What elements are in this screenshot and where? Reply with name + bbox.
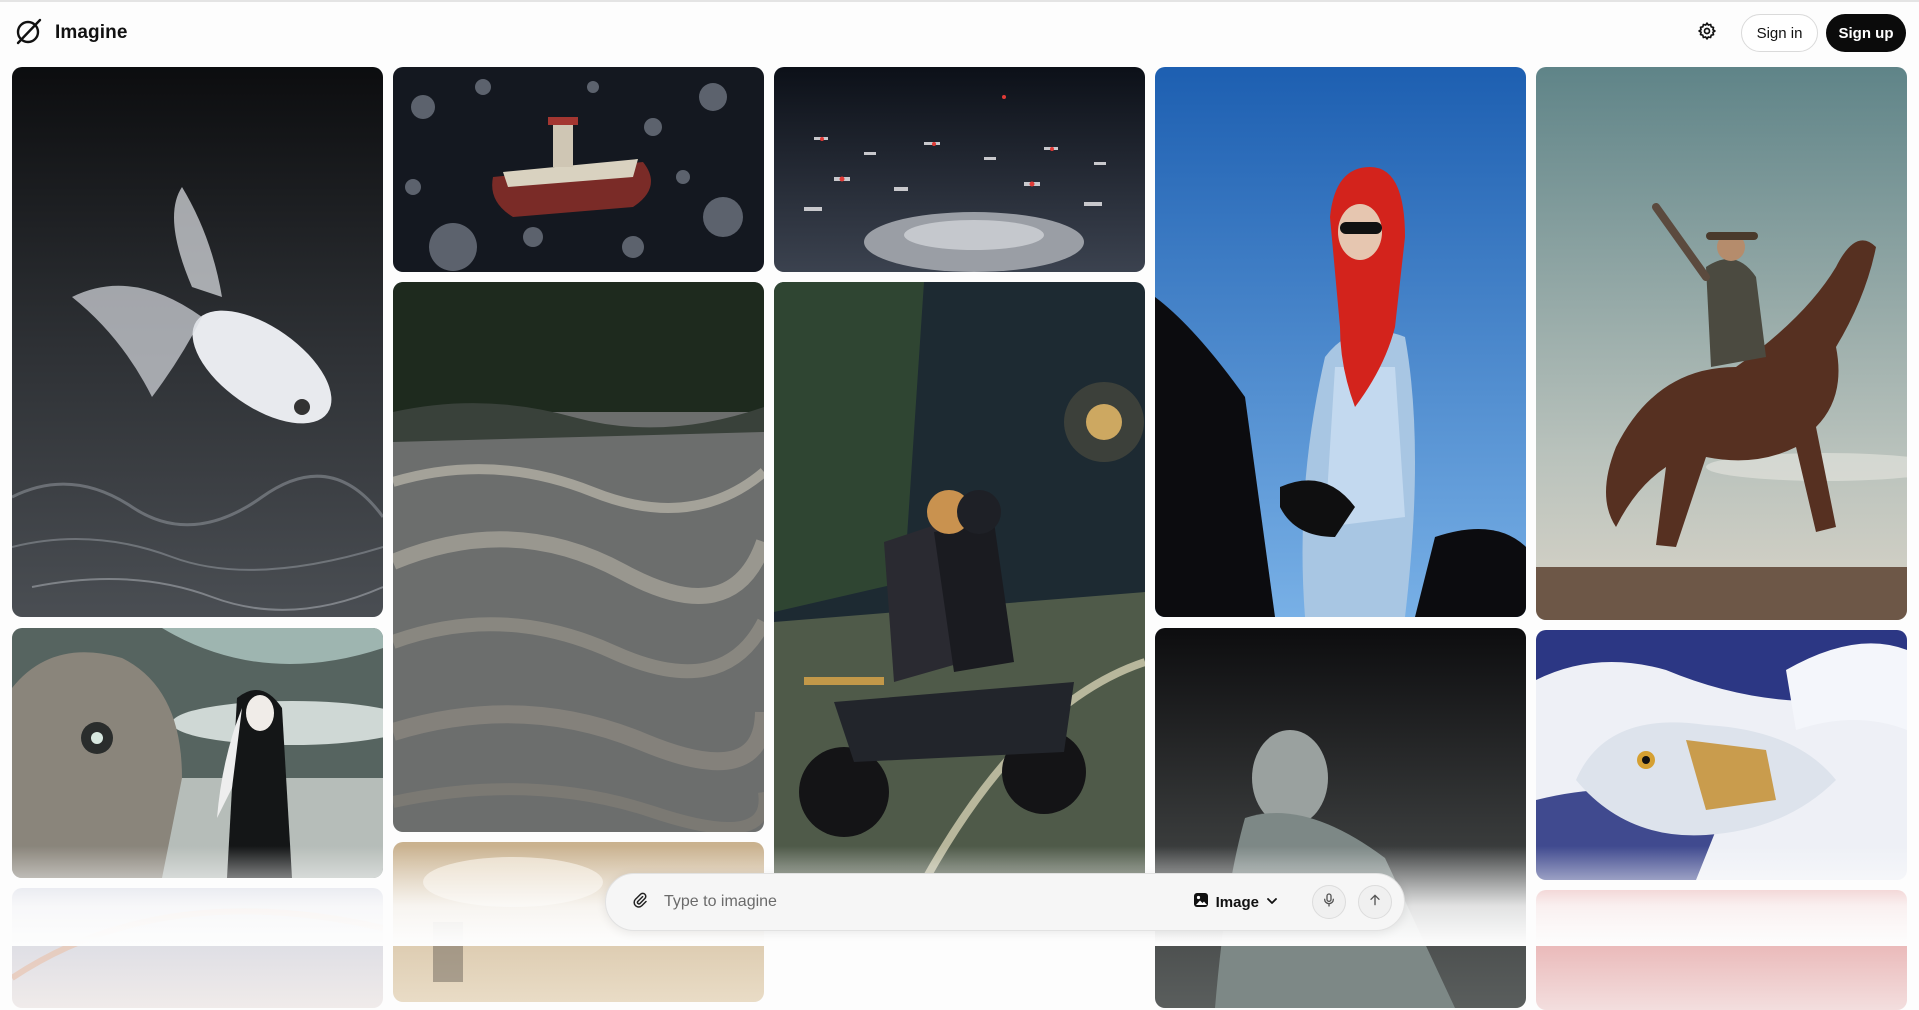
sign-in-button[interactable]: Sign in	[1741, 14, 1818, 52]
gallery-image-cowboy[interactable]	[1536, 67, 1907, 620]
brand[interactable]: Imagine	[14, 16, 128, 51]
gallery-image-rainbow[interactable]	[12, 888, 383, 1008]
gallery-image-fish[interactable]	[12, 67, 383, 617]
image-icon	[1193, 892, 1209, 912]
attach-button[interactable]	[626, 888, 654, 916]
brand-name: Imagine	[55, 22, 128, 43]
paperclip-icon	[631, 891, 649, 914]
prompt-input[interactable]	[662, 881, 1193, 923]
top-bar: Imagine Sign in Sign up	[0, 2, 1919, 64]
gallery-image-red-scarf[interactable]	[1155, 67, 1526, 617]
gallery-image-dragon[interactable]	[1536, 630, 1907, 880]
gallery-image-pink[interactable]	[1536, 890, 1907, 1010]
gallery-image-motorcycle[interactable]	[774, 282, 1145, 882]
mode-label: Image	[1215, 893, 1259, 911]
prompt-composer: Image	[605, 873, 1405, 931]
sign-up-button[interactable]: Sign up	[1826, 14, 1906, 52]
arrow-up-icon	[1367, 892, 1383, 913]
chevron-down-icon	[1266, 894, 1278, 911]
mode-selector[interactable]: Image	[1193, 892, 1278, 912]
submit-button[interactable]	[1358, 885, 1392, 919]
settings-button[interactable]	[1689, 15, 1725, 51]
gear-icon	[1697, 21, 1717, 46]
gallery-image-man-looking-up[interactable]	[1155, 628, 1526, 1008]
header-actions: Sign in Sign up	[1689, 14, 1906, 52]
gallery-image-asteroid-ship[interactable]	[393, 67, 764, 272]
gallery-image-river[interactable]	[393, 282, 764, 832]
gallery-image-space-fleet[interactable]	[774, 67, 1145, 272]
microphone-icon	[1321, 892, 1337, 913]
logo-icon	[14, 16, 44, 51]
gallery-image-alien[interactable]	[12, 628, 383, 878]
voice-button[interactable]	[1312, 885, 1346, 919]
